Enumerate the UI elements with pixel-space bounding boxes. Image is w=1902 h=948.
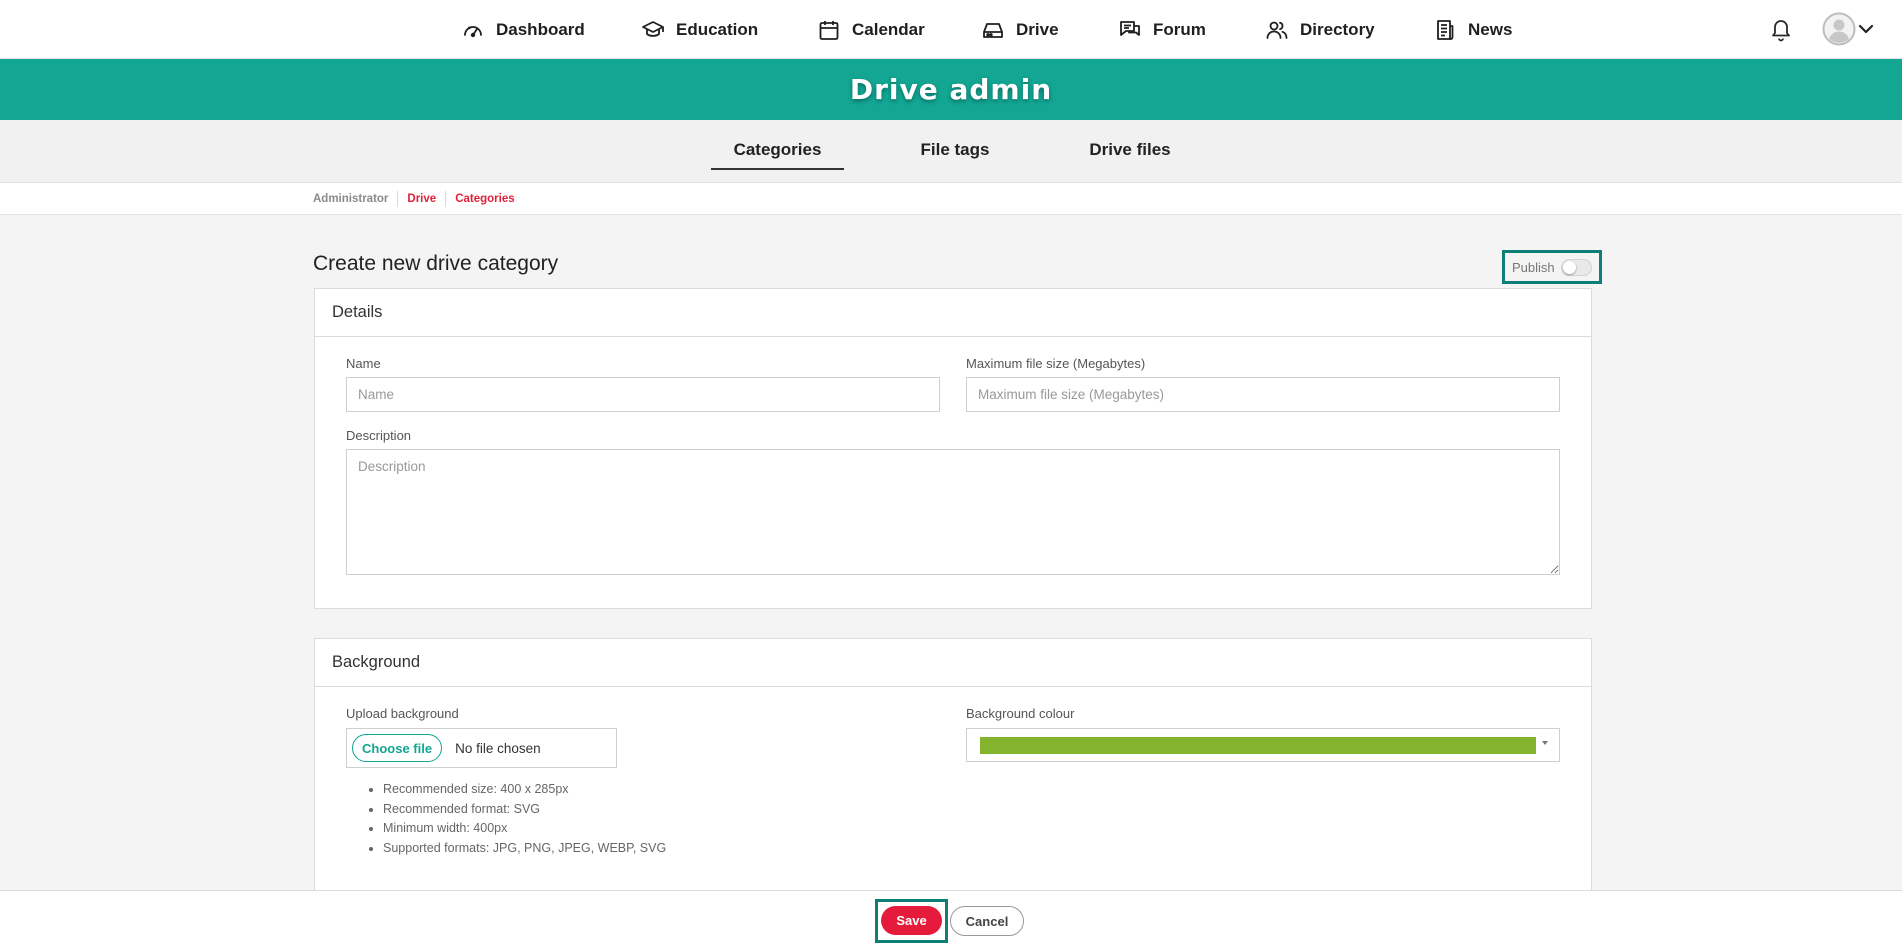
file-status-text: No file chosen (455, 740, 541, 756)
publish-toggle[interactable] (1560, 258, 1592, 276)
list-item: Minimum width: 400px (383, 819, 666, 839)
list-item: Supported formats: JPG, PNG, JPEG, WEBP,… (383, 839, 666, 859)
nav-label: Calendar (852, 20, 925, 39)
description-label: Description (346, 428, 412, 443)
save-button[interactable]: Save (881, 906, 942, 935)
details-heading: Details (315, 289, 1591, 337)
nav-label: News (1468, 20, 1513, 39)
nav-item-education[interactable]: Education (641, 16, 758, 44)
tab-drive-files[interactable]: Drive files (1080, 140, 1180, 170)
breadcrumb-administrator: Administrator (313, 193, 389, 205)
breadcrumb-bar: Administrator Drive Categories (0, 183, 1902, 215)
sub-navigation: Categories File tags Drive files (0, 120, 1902, 183)
list-item: Recommended size: 400 x 285px (383, 780, 666, 800)
list-item: Recommended format: SVG (383, 800, 666, 820)
chat-bubbles-icon (1120, 21, 1140, 36)
nav-item-news[interactable]: News (1433, 16, 1512, 44)
description-textarea[interactable] (346, 449, 1560, 575)
breadcrumb-categories[interactable]: Categories (445, 191, 523, 207)
gauge-icon (464, 26, 482, 38)
top-navbar: Dashboard Education Calendar Drive Forum… (0, 0, 1902, 59)
dropdown-caret-icon (1542, 741, 1548, 745)
nav-label: Drive (1016, 20, 1059, 39)
toggle-knob (1562, 260, 1576, 274)
nav-label: Forum (1153, 20, 1206, 39)
chevron-down-icon[interactable] (1858, 21, 1874, 37)
background-colour-select[interactable] (966, 728, 1560, 762)
background-colour-label: Background colour (966, 706, 1075, 721)
graduation-cap-icon (642, 21, 664, 37)
tab-file-tags[interactable]: File tags (905, 140, 1005, 170)
choose-file-button[interactable]: Choose file (352, 734, 443, 762)
cancel-button[interactable]: Cancel (950, 906, 1024, 936)
save-button-focus: Save (875, 899, 948, 943)
form-footer: Save Cancel (0, 890, 1902, 948)
publish-toggle-group: Publish (1502, 250, 1602, 284)
nav-label: Education (676, 20, 759, 39)
background-heading: Background (315, 639, 1591, 687)
upload-hints-list: Recommended size: 400 x 285px Recommende… (353, 780, 666, 858)
nav-item-directory[interactable]: Directory (1265, 16, 1375, 44)
nav-label: Dashboard (496, 20, 585, 39)
bell-icon[interactable] (1769, 16, 1793, 42)
avatar-icon[interactable] (1822, 12, 1856, 46)
users-icon (1266, 21, 1288, 39)
page-title: Create new drive category (313, 252, 559, 275)
max-file-size-label: Maximum file size (Megabytes) (966, 356, 1146, 371)
upload-background-label: Upload background (346, 706, 459, 721)
publish-label: Publish (1512, 259, 1555, 275)
file-upload-field[interactable]: Choose file No file chosen (346, 728, 617, 768)
breadcrumb: Administrator Drive Categories (313, 191, 524, 207)
banner-title: Drive admin (849, 73, 1053, 106)
nav-label: Directory (1300, 20, 1375, 39)
nav-item-dashboard[interactable]: Dashboard (461, 16, 585, 44)
nav-item-calendar[interactable]: Calendar (817, 16, 925, 44)
newspaper-icon (1437, 20, 1454, 40)
name-input[interactable] (346, 377, 940, 412)
calendar-icon (819, 21, 839, 40)
breadcrumb-drive[interactable]: Drive (397, 191, 445, 207)
nav-item-drive[interactable]: Drive (981, 16, 1059, 44)
nav-item-forum[interactable]: Forum (1118, 16, 1206, 44)
page-banner: Drive admin (0, 59, 1902, 120)
max-file-size-input[interactable] (966, 377, 1560, 412)
details-card: Details Name Maximum file size (Megabyte… (314, 288, 1592, 609)
hard-drive-icon (983, 23, 1003, 38)
name-label: Name (346, 356, 381, 371)
tab-categories[interactable]: Categories (711, 140, 844, 170)
background-card: Background Upload background Choose file… (314, 638, 1592, 898)
colour-swatch (980, 737, 1536, 754)
